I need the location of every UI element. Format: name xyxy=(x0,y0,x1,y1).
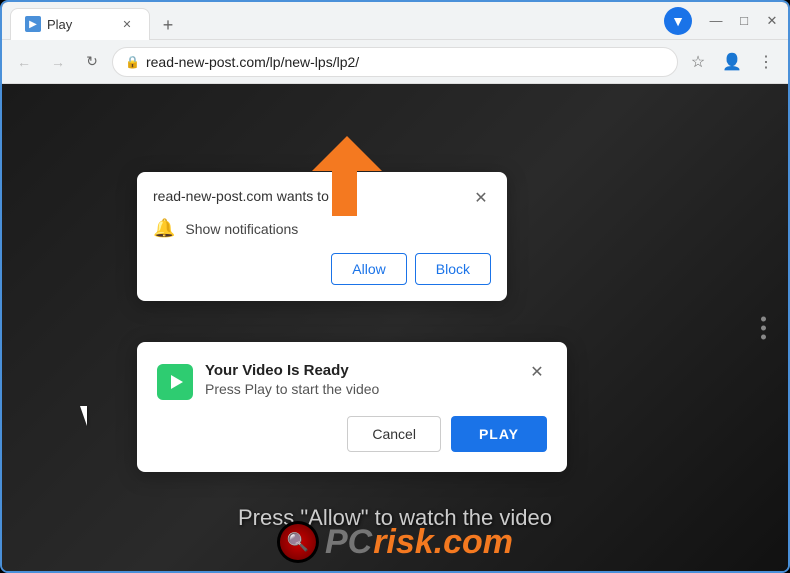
back-button[interactable]: ← xyxy=(10,48,38,76)
dot-3 xyxy=(761,334,766,339)
orange-arrow xyxy=(312,136,392,231)
popup-buttons: Allow Block xyxy=(153,253,491,285)
close-button[interactable]: ✕ xyxy=(764,13,780,29)
pcrisk-icon: 🔍 xyxy=(277,521,319,563)
pcrisk-text: PC risk.com xyxy=(325,523,513,562)
download-indicator[interactable]: ▼ xyxy=(664,7,692,35)
video-popup-text: Your Video Is Ready Press Play to start … xyxy=(205,362,379,397)
side-dots xyxy=(761,316,766,339)
pcrisk-gray-text: PC xyxy=(325,523,372,562)
title-bar: ▶ Play ✕ + ▼ — □ ✕ xyxy=(2,2,788,40)
profile-button[interactable]: 👤 xyxy=(718,48,746,76)
main-content: read-new-post.com wants to ✕ 🔔 Show noti… xyxy=(2,84,788,571)
cancel-button[interactable]: Cancel xyxy=(347,416,441,452)
dot-1 xyxy=(761,316,766,321)
lock-icon: 🔒 xyxy=(125,55,140,69)
bookmark-button[interactable]: ☆ xyxy=(684,48,712,76)
minimize-button[interactable]: — xyxy=(708,13,724,29)
tab-area: ▶ Play ✕ + xyxy=(10,2,660,40)
video-popup: Your Video Is Ready Press Play to start … xyxy=(137,342,567,472)
video-popup-subtitle: Press Play to start the video xyxy=(205,381,379,397)
active-tab[interactable]: ▶ Play ✕ xyxy=(10,8,150,40)
video-background xyxy=(2,84,788,571)
allow-button[interactable]: Allow xyxy=(331,253,406,285)
pcrisk-logo: 🔍 PC risk.com xyxy=(277,521,513,563)
new-tab-button[interactable]: + xyxy=(154,12,182,40)
video-popup-title: Your Video Is Ready xyxy=(205,362,379,379)
video-popup-header: Your Video Is Ready Press Play to start … xyxy=(157,362,547,400)
block-button[interactable]: Block xyxy=(415,253,491,285)
refresh-button[interactable]: ↻ xyxy=(78,48,106,76)
maximize-button[interactable]: □ xyxy=(736,13,752,29)
video-popup-info: Your Video Is Ready Press Play to start … xyxy=(157,362,379,400)
tab-favicon: ▶ xyxy=(25,16,41,32)
forward-button[interactable]: → xyxy=(44,48,72,76)
dot-2 xyxy=(761,325,766,330)
youtube-icon xyxy=(157,364,193,400)
address-bar[interactable]: 🔒 read-new-post.com/lp/new-lps/lp2/ xyxy=(112,47,678,77)
browser-window: ▶ Play ✕ + ▼ — □ ✕ ← → ↻ 🔒 read-new-post… xyxy=(0,0,790,573)
url-text: read-new-post.com/lp/new-lps/lp2/ xyxy=(146,54,665,70)
notification-label: Show notifications xyxy=(185,221,298,237)
menu-button[interactable]: ⋮ xyxy=(752,48,780,76)
tab-title: Play xyxy=(47,17,72,32)
title-bar-controls: ▼ — □ ✕ xyxy=(664,7,780,35)
play-button[interactable]: PLAY xyxy=(451,416,547,452)
tab-close-button[interactable]: ✕ xyxy=(119,16,135,32)
pcrisk-orange-text: risk.com xyxy=(373,523,513,562)
bell-icon: 🔔 xyxy=(153,218,175,239)
pcrisk-icon-inner: 🔍 xyxy=(280,524,316,560)
play-icon xyxy=(171,375,183,389)
popup-close-button[interactable]: ✕ xyxy=(471,188,491,208)
popup-title: read-new-post.com wants to xyxy=(153,188,329,204)
address-bar-row: ← → ↻ 🔒 read-new-post.com/lp/new-lps/lp2… xyxy=(2,40,788,84)
video-popup-close-button[interactable]: ✕ xyxy=(527,362,547,382)
video-popup-buttons: Cancel PLAY xyxy=(157,416,547,452)
